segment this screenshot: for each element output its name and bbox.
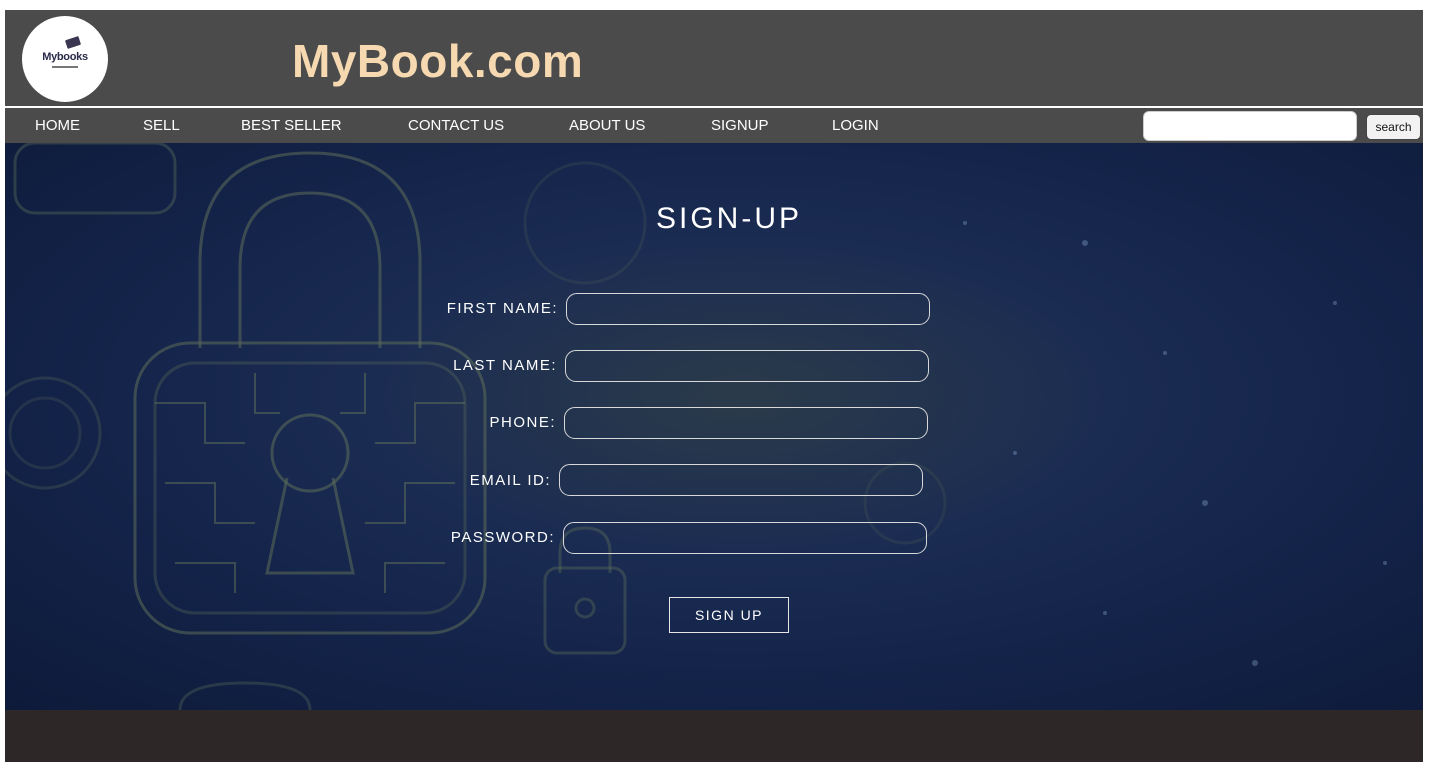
email-input[interactable] [559, 464, 923, 496]
nav-login[interactable]: LOGIN [832, 117, 879, 134]
site-header: Mybooks MyBook.com [5, 10, 1423, 106]
site-title: MyBook.com [292, 35, 584, 87]
nav-best-seller[interactable]: BEST SELLER [241, 117, 342, 134]
phone-label: PHONE: [489, 414, 556, 431]
search-button[interactable]: search [1366, 114, 1421, 140]
last-name-input[interactable] [565, 350, 929, 382]
page-frame: Mybooks MyBook.com HOME SELL BEST SELLER… [5, 10, 1423, 762]
logo[interactable]: Mybooks [22, 16, 108, 102]
nav-contact-us[interactable]: CONTACT US [408, 117, 504, 134]
logo-text: Mybooks [42, 50, 88, 63]
first-name-input[interactable] [566, 293, 930, 325]
first-name-label: FIRST NAME: [446, 300, 558, 317]
form-title: SIGN-UP [656, 202, 803, 235]
logo-underline [52, 65, 78, 68]
last-name-label: LAST NAME: [453, 357, 557, 374]
nav-home[interactable]: HOME [35, 117, 80, 134]
nav-signup[interactable]: SIGNUP [711, 117, 769, 134]
password-input[interactable] [563, 522, 927, 554]
nav-about-us[interactable]: ABOUT US [569, 117, 645, 134]
nav-sell[interactable]: SELL [143, 117, 180, 134]
email-label: EMAIL ID: [469, 472, 551, 489]
sign-up-button[interactable]: SIGN UP [669, 597, 789, 633]
search-input[interactable] [1143, 111, 1357, 141]
main-nav: HOME SELL BEST SELLER CONTACT US ABOUT U… [5, 108, 1423, 143]
site-footer [5, 710, 1423, 762]
signup-hero: SIGN-UP FIRST NAME: LAST NAME: PHONE: EM… [5, 143, 1423, 710]
password-label: PASSWORD: [450, 529, 555, 546]
book-icon [64, 36, 82, 49]
phone-input[interactable] [564, 407, 928, 439]
